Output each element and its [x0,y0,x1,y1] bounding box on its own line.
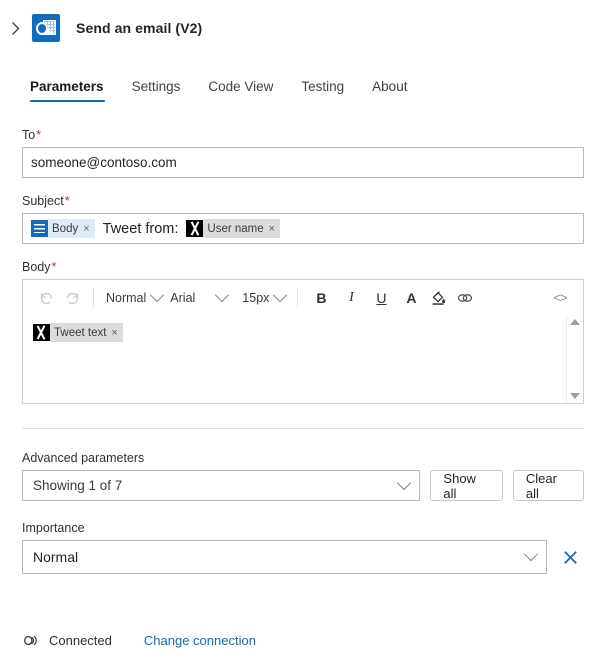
clear-all-button[interactable]: Clear all [512,470,584,501]
subject-field-group: Subject* Body × Tweet from: User name × [22,194,584,244]
italic-button[interactable]: I [336,285,366,311]
font-color-button[interactable]: A [396,285,426,311]
token-tweet-text[interactable]: Tweet text × [33,323,123,342]
subject-static-text: Tweet from: [102,220,179,237]
link-icon [458,293,473,302]
outlook-icon [32,14,60,42]
token-tweet-content: Tweet text × [50,323,123,342]
page-title: Send an email (V2) [76,20,203,36]
token-user-label: User name [207,222,264,235]
body-label: Body* [22,260,584,274]
importance-select[interactable]: Normal [22,540,547,574]
chevron-down-icon [273,287,288,302]
undo-button[interactable] [33,285,59,311]
token-body[interactable]: Body × [31,219,95,238]
to-required-asterisk: * [36,128,42,142]
subject-required-asterisk: * [64,194,70,208]
advanced-parameters-row: Showing 1 of 7 Show all Clear all [22,470,584,501]
importance-label: Importance [22,521,85,535]
connection-link-icon [22,633,39,648]
bold-button[interactable]: B [306,285,336,311]
token-user-name[interactable]: User name × [186,219,281,238]
flow-action-header: Send an email (V2) [0,0,606,44]
scroll-down-arrow-icon[interactable] [569,393,580,399]
body-label-text: Body [22,260,51,274]
expand-chevron-button[interactable] [2,15,28,41]
tab-parameters[interactable]: Parameters [22,79,118,102]
subject-label-text: Subject [22,194,64,208]
to-label-text: To [22,128,36,142]
to-label: To* [22,128,584,142]
body-field-group: Body* Normal Arial 15px B I U A <> Tweet… [22,260,584,404]
undo-icon [40,292,52,305]
chevron-right-icon [11,21,19,35]
tab-settings[interactable]: Settings [118,79,195,102]
font-size-value: 15px [242,290,270,305]
close-icon [563,550,577,564]
font-family-value: Arial [170,290,196,305]
token-tweet-remove-icon[interactable]: × [111,327,117,339]
token-tweet-label: Tweet text [54,326,107,339]
connection-footer: Connected Change connection [22,633,256,648]
change-connection-link[interactable]: Change connection [144,633,256,648]
chevron-down-icon [397,475,412,490]
to-input[interactable]: someone@contoso.com [22,147,584,178]
highlight-bucket-icon [433,290,446,305]
token-body-label: Body [52,222,79,235]
token-body-content: Body × [48,219,95,238]
chevron-down-icon [523,547,539,562]
importance-value: Normal [33,549,79,565]
tab-about[interactable]: About [358,79,421,102]
outlook-icon-o [36,22,48,35]
body-scrollbar[interactable] [566,315,582,403]
toolbar-divider-2 [297,288,299,307]
body-content-area[interactable]: Tweet text × [23,315,583,403]
chevron-down-icon [215,287,230,302]
toolbar-divider-1 [93,288,94,307]
redo-icon [66,292,78,305]
x-twitter-icon [186,220,204,237]
subject-input[interactable]: Body × Tweet from: User name × [22,213,584,244]
underline-button[interactable]: U [366,285,396,311]
connection-status-text: Connected [49,633,112,648]
connection-icon-glyph [24,635,37,646]
body-list-icon [31,220,48,237]
token-body-remove-icon[interactable]: × [83,223,89,235]
importance-row: Normal [22,540,584,574]
scroll-up-arrow-icon[interactable] [569,319,580,325]
chevron-down-icon [150,287,165,302]
redo-button[interactable] [59,285,85,311]
tab-testing[interactable]: Testing [287,79,358,102]
body-required-asterisk: * [51,260,57,274]
text-style-value: Normal [106,290,147,305]
show-all-button[interactable]: Show all [430,470,503,501]
insert-link-button[interactable] [452,285,478,311]
code-view-button[interactable]: <> [547,285,573,311]
x-twitter-icon [33,324,50,341]
font-family-select[interactable]: Arial [166,287,238,305]
to-input-value: someone@contoso.com [31,155,177,170]
advanced-parameters-value: Showing 1 of 7 [33,478,123,493]
to-field-group: To* someone@contoso.com [22,128,584,178]
importance-section: Importance Normal [0,521,606,574]
section-divider [22,428,584,429]
highlight-button[interactable] [426,285,452,311]
importance-clear-button[interactable] [559,546,581,568]
body-rich-text-editor: Normal Arial 15px B I U A <> Tweet text … [22,279,584,404]
tab-code-view[interactable]: Code View [194,79,287,102]
advanced-parameters-select[interactable]: Showing 1 of 7 [22,470,421,501]
rich-text-toolbar: Normal Arial 15px B I U A <> [23,280,583,315]
token-user-remove-icon[interactable]: × [269,223,275,235]
advanced-parameters-section: Advanced parameters Showing 1 of 7 Show … [0,451,606,501]
subject-label: Subject* [22,194,584,208]
parameters-form: To* someone@contoso.com Subject* Body × … [0,128,606,404]
advanced-parameters-label: Advanced parameters [22,451,145,465]
tab-bar: Parameters Settings Code View Testing Ab… [22,68,606,102]
text-style-select[interactable]: Normal [102,287,166,305]
token-user-content: User name × [203,219,281,238]
font-size-select[interactable]: 15px [238,287,289,305]
code-brackets-icon: <> [553,290,567,305]
